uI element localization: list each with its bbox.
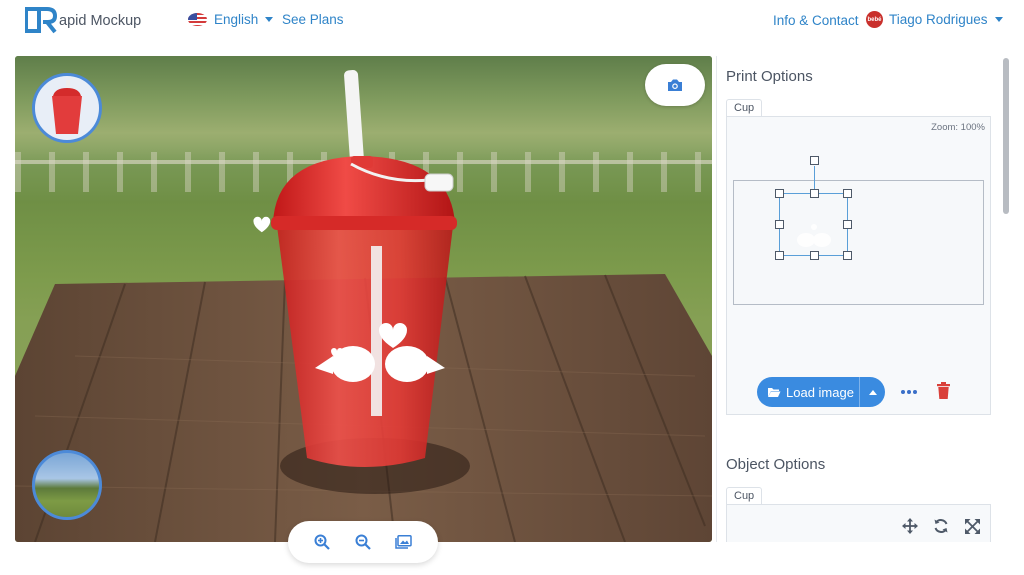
- environment-thumbnail[interactable]: [32, 450, 102, 520]
- cup-icon: [52, 80, 82, 134]
- see-plans-link[interactable]: See Plans: [282, 12, 344, 27]
- info-contact-link[interactable]: Info & Contact: [773, 13, 859, 28]
- load-image-button[interactable]: Load image: [757, 377, 885, 407]
- print-selection-box[interactable]: [775, 156, 852, 260]
- resize-handle[interactable]: [843, 251, 852, 260]
- print-zoom-label: Zoom: 100%: [931, 122, 985, 133]
- zoom-out-button[interactable]: [352, 531, 374, 553]
- user-menu-dropdown[interactable]: bebé Tiago Rodrigues: [866, 11, 1003, 28]
- more-horizontal-icon: [901, 390, 905, 394]
- avatar: bebé: [866, 11, 883, 28]
- print-options-card: Zoom: 100% Load image: [726, 116, 991, 415]
- rotate-icon: [934, 519, 948, 533]
- avatar-text: bebé: [867, 16, 882, 23]
- screenshot-button[interactable]: [645, 64, 705, 106]
- object-options-card: [726, 504, 991, 542]
- more-options-button[interactable]: [899, 383, 919, 401]
- resize-handle[interactable]: [775, 220, 784, 229]
- language-dropdown[interactable]: English: [188, 12, 274, 27]
- trash-icon: [937, 382, 950, 399]
- scale-icon: [964, 518, 980, 534]
- top-navbar: apid Mockup English See Plans Info & Con…: [0, 0, 1024, 42]
- print-options-tab-cup[interactable]: Cup: [726, 99, 763, 116]
- resize-handle[interactable]: [775, 189, 784, 198]
- print-options-title: Print Options: [726, 68, 813, 85]
- print-area-canvas[interactable]: [733, 156, 984, 305]
- cup-model-thumbnail[interactable]: [32, 73, 102, 143]
- caret-down-icon: [994, 17, 1003, 22]
- resize-handle[interactable]: [843, 189, 852, 198]
- resize-handle[interactable]: [843, 220, 852, 229]
- resize-handle[interactable]: [810, 251, 819, 260]
- rotate-button[interactable]: [930, 515, 952, 537]
- folder-open-icon: [768, 388, 781, 397]
- camera-icon: [668, 79, 682, 91]
- language-label: English: [214, 12, 259, 27]
- move-button[interactable]: [899, 515, 921, 537]
- image-icon: [395, 535, 412, 549]
- zoom-in-icon: [314, 534, 331, 550]
- object-options-title: Object Options: [726, 456, 826, 473]
- caret-down-icon: [265, 17, 274, 22]
- resize-handle[interactable]: [810, 189, 819, 198]
- rotate-handle-line: [814, 166, 815, 189]
- 3d-viewport[interactable]: [15, 56, 712, 542]
- zoom-out-icon: [355, 534, 371, 550]
- rotate-handle[interactable]: [810, 156, 819, 165]
- logo[interactable]: apid Mockup: [24, 7, 142, 34]
- background-image-button[interactable]: [393, 531, 415, 553]
- panel-scrollbar[interactable]: [1003, 58, 1009, 214]
- user-name: Tiago Rodrigues: [889, 12, 988, 27]
- resize-handle[interactable]: [775, 251, 784, 260]
- us-flag-icon: [188, 13, 207, 26]
- mockup-scene: [15, 70, 712, 542]
- move-icon: [902, 518, 918, 534]
- load-image-label: Load image: [786, 384, 854, 400]
- scale-button[interactable]: [961, 515, 983, 537]
- delete-image-button[interactable]: [936, 382, 954, 402]
- load-image-options-toggle[interactable]: [859, 377, 885, 407]
- caret-up-icon: [868, 389, 877, 395]
- logo-text: apid Mockup: [59, 12, 142, 29]
- logo-mark-icon: [24, 7, 58, 34]
- print-artwork-preview: [797, 224, 831, 247]
- zoom-toolbar: [288, 521, 438, 563]
- zoom-in-button[interactable]: [311, 531, 333, 553]
- object-options-tab-cup[interactable]: Cup: [726, 487, 763, 504]
